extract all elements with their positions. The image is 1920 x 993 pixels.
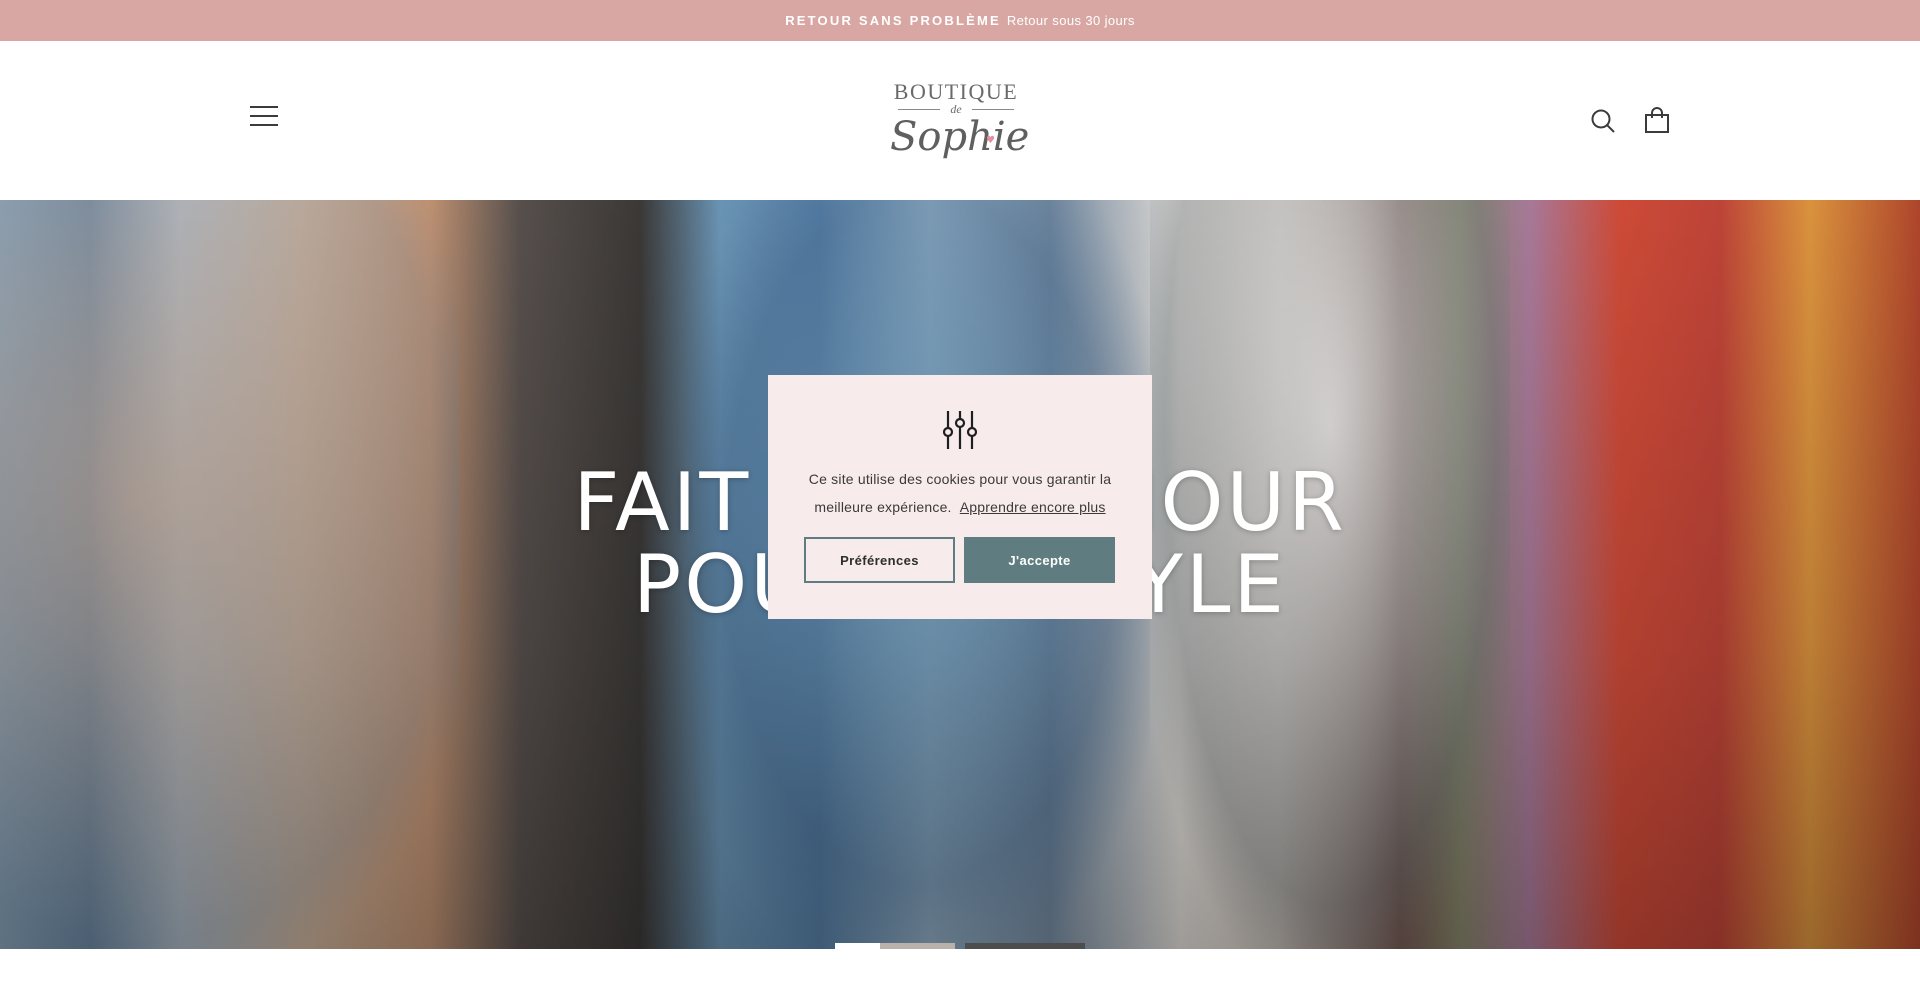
sliders-icon [940, 409, 980, 451]
logo-sophie-text: Sophie [890, 114, 1030, 160]
search-icon[interactable] [1590, 108, 1616, 134]
shopping-bag-icon[interactable] [1644, 106, 1670, 134]
preferences-button[interactable]: Préférences [804, 537, 955, 583]
announcement-bar: RETOUR SANS PROBLÈME Retour sous 30 jour… [0, 0, 1920, 41]
hamburger-menu-icon[interactable] [250, 106, 278, 130]
slide-dot-1[interactable] [835, 943, 955, 949]
cookie-consent-dialog: Ce site utilise des cookies pour vous ga… [768, 375, 1152, 619]
site-header: BOUTIQUE de Sophie ♥ [0, 41, 1920, 200]
slide-dot-2[interactable] [965, 943, 1085, 949]
announcement-text: Retour sous 30 jours [1006, 13, 1135, 28]
logo[interactable]: BOUTIQUE de Sophie ♥ [890, 79, 1029, 167]
logo-sophie: Sophie ♥ [890, 115, 1029, 159]
cookie-message: Ce site utilise des cookies pour vous ga… [804, 465, 1116, 521]
heart-icon: ♥ [986, 135, 995, 146]
logo-boutique: BOUTIQUE [893, 79, 1019, 104]
slideshow-pagination [835, 943, 1085, 949]
learn-more-link[interactable]: Apprendre encore plus [960, 499, 1106, 515]
accept-button[interactable]: J'accepte [964, 537, 1115, 583]
announcement-strong: RETOUR SANS PROBLÈME [785, 13, 1001, 28]
